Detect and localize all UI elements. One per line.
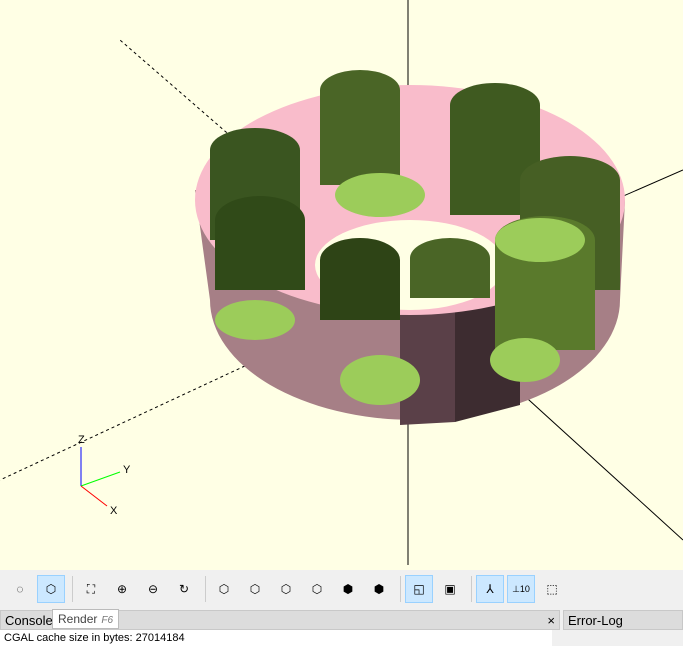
zoom-in-button[interactable]: ⊕ bbox=[108, 575, 136, 603]
view-back-icon: ⬢ bbox=[373, 582, 385, 596]
view-all-icon: ⛶ bbox=[86, 581, 96, 596]
show-edges-button[interactable]: ⬚ bbox=[538, 575, 566, 603]
ring-model bbox=[195, 70, 625, 425]
view-front-icon: ⬢ bbox=[342, 582, 354, 596]
axes-icon: ⅄ bbox=[486, 582, 494, 596]
render-cube-icon: ⬡ bbox=[45, 582, 57, 596]
zoom-in-icon: ⊕ bbox=[116, 582, 128, 596]
reset-view-button[interactable]: ↻ bbox=[170, 575, 198, 603]
view-top-icon: ⬡ bbox=[249, 582, 261, 596]
view-all-button[interactable]: ⛶ bbox=[77, 575, 105, 603]
reset-icon: ↻ bbox=[178, 582, 190, 596]
tooltip-shortcut: F6 bbox=[101, 615, 114, 626]
view-back-button[interactable]: ⬢ bbox=[365, 575, 393, 603]
axis-x-label: X bbox=[110, 505, 118, 517]
scale-markers-icon: ⊥10 bbox=[512, 583, 530, 594]
view-top-button[interactable]: ⬡ bbox=[241, 575, 269, 603]
view-left-button[interactable]: ⬡ bbox=[303, 575, 331, 603]
axis-indicator: Z Y X bbox=[78, 434, 131, 517]
view-right-button[interactable]: ⬡ bbox=[210, 575, 238, 603]
error-log-title[interactable]: Error-Log bbox=[568, 613, 623, 628]
tooltip-label: Render bbox=[58, 612, 98, 626]
axis-z-label: Z bbox=[78, 434, 85, 446]
preview-button[interactable]: ◌ bbox=[6, 575, 34, 603]
perspective-icon: ◱ bbox=[413, 582, 425, 596]
perspective-button[interactable]: ◱ bbox=[405, 575, 433, 603]
console-title: Console bbox=[5, 612, 53, 628]
orthogonal-button[interactable]: ▣ bbox=[436, 575, 464, 603]
model-render: Z Y X bbox=[0, 0, 683, 565]
console-close-button[interactable]: × bbox=[547, 613, 555, 628]
view-toolbar: ◌ ⬡ ⛶ ⊕ ⊖ ↻ ⬡ ⬡ ⬡ ⬡ ⬢ ⬢ ◱ ▣ ⅄ ⊥10 ⬚ bbox=[0, 570, 683, 608]
3d-viewport[interactable]: Z Y X bbox=[0, 0, 683, 570]
orthogonal-icon: ▣ bbox=[444, 582, 456, 596]
edges-icon: ⬚ bbox=[546, 582, 558, 596]
axis-y-label: Y bbox=[123, 464, 131, 476]
render-tooltip: Render F6 bbox=[52, 609, 120, 629]
error-log-panel: Error-Log bbox=[563, 610, 683, 646]
show-axes-button[interactable]: ⅄ bbox=[476, 575, 504, 603]
show-scale-button[interactable]: ⊥10 bbox=[507, 575, 535, 603]
render-button[interactable]: ⬡ bbox=[37, 575, 65, 603]
console-line: CGAL cache size in bytes: 27014184 bbox=[0, 630, 552, 646]
view-front-button[interactable]: ⬢ bbox=[334, 575, 362, 603]
zoom-out-button[interactable]: ⊖ bbox=[139, 575, 167, 603]
view-left-icon: ⬡ bbox=[311, 582, 323, 596]
view-bottom-button[interactable]: ⬡ bbox=[272, 575, 300, 603]
zoom-out-icon: ⊖ bbox=[147, 582, 159, 596]
view-right-icon: ⬡ bbox=[218, 582, 230, 596]
view-bottom-icon: ⬡ bbox=[280, 582, 292, 596]
preview-icon: ◌ bbox=[16, 582, 24, 596]
